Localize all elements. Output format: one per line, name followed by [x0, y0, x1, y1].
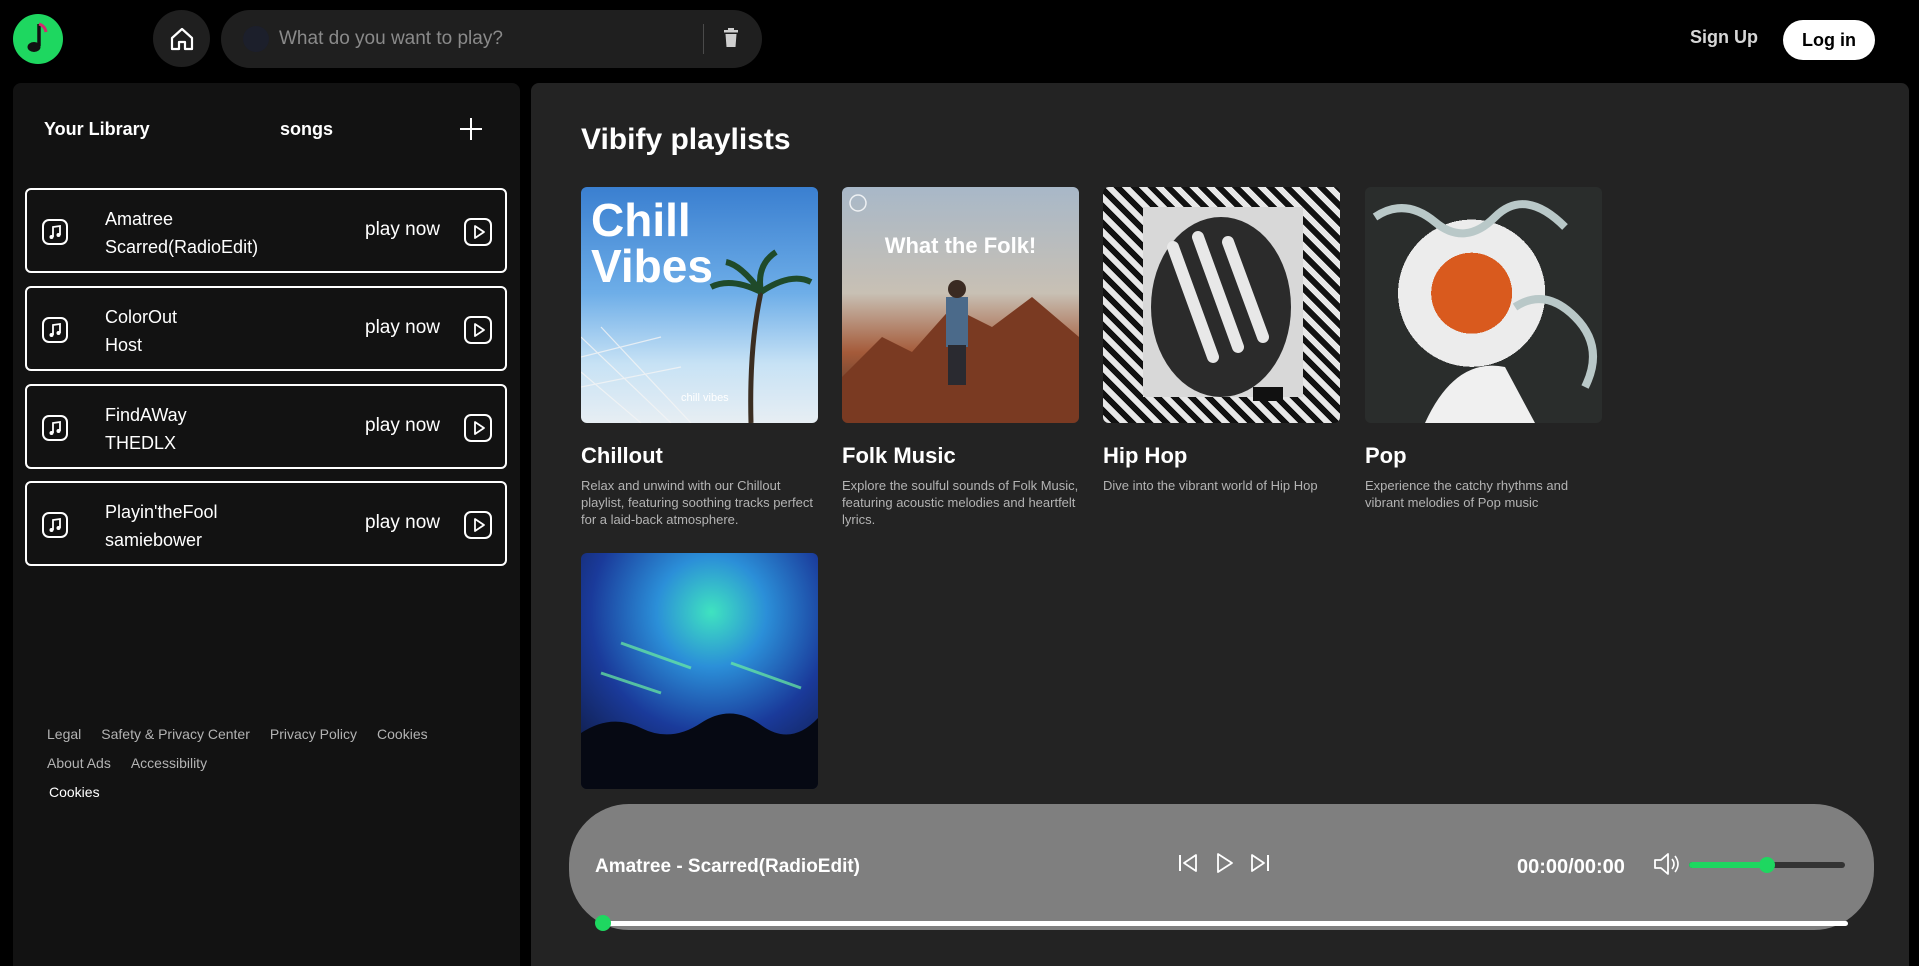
- playlist-cover: [1103, 187, 1340, 423]
- song-title: Amatree: [105, 209, 174, 229]
- song-card-findaway[interactable]: FindAWay THEDLX play now: [25, 384, 507, 469]
- library-title: Your Library: [44, 119, 150, 139]
- song-text: Amatree Scarred(RadioEdit): [105, 205, 258, 261]
- home-icon: [170, 27, 193, 50]
- song-card-amatree[interactable]: Amatree Scarred(RadioEdit) play now: [25, 188, 507, 273]
- guitarist-illustration: [842, 194, 1079, 423]
- playlist-description: Explore the soulful sounds of Folk Music…: [842, 478, 1079, 527]
- play-icon[interactable]: [464, 316, 492, 344]
- plus-icon[interactable]: [457, 115, 485, 143]
- volume-thumb[interactable]: [1759, 857, 1775, 873]
- playlist-cover: [1365, 187, 1602, 423]
- music-note-icon: [42, 219, 68, 245]
- music-note-icon: [42, 317, 68, 343]
- audio-player: Amatree - Scarred(RadioEdit) 00:00/00:00: [569, 804, 1874, 931]
- music-note-icon: [27, 22, 48, 52]
- play-now-label[interactable]: play now: [365, 317, 440, 339]
- playlist-chillout[interactable]: Chill Vibes chill vibes Chillout Relax a…: [581, 187, 818, 528]
- playlist-folk-music[interactable]: What the Folk! Folk Music Explore the so…: [842, 187, 1079, 528]
- volume-slider[interactable]: [1689, 857, 1845, 873]
- playlist-cover: [581, 553, 818, 789]
- song-text: ColorOut Host: [105, 303, 177, 359]
- footer-link-about-ads[interactable]: About Ads: [47, 755, 111, 771]
- playlist-cover: Chill Vibes chill vibes: [581, 187, 818, 423]
- progress-thumb[interactable]: [595, 915, 611, 931]
- sign-up-button[interactable]: Sign Up: [1690, 27, 1758, 48]
- play-icon[interactable]: [464, 218, 492, 246]
- song-title: Playin'theFool: [105, 502, 218, 522]
- play-now-label[interactable]: play now: [365, 219, 440, 241]
- log-in-button[interactable]: Log in: [1783, 20, 1875, 60]
- time-display: 00:00/00:00: [1517, 856, 1625, 878]
- trash-icon[interactable]: [720, 27, 742, 49]
- playlist-cover: What the Folk!: [842, 187, 1079, 423]
- footer-links: Legal Safety & Privacy Center Privacy Po…: [47, 726, 467, 784]
- playlist-concert[interactable]: [581, 553, 818, 789]
- song-text: FindAWay THEDLX: [105, 401, 187, 457]
- search-input[interactable]: [279, 28, 679, 50]
- footer-link-legal[interactable]: Legal: [47, 726, 81, 742]
- album-art-illustration: [1143, 207, 1303, 401]
- song-artist: samiebower: [105, 530, 203, 550]
- app-logo[interactable]: [13, 14, 63, 64]
- play-now-label[interactable]: play now: [365, 512, 440, 534]
- search-divider: [703, 24, 704, 54]
- player-controls: [1175, 850, 1273, 876]
- playlist-name: Chillout: [581, 443, 663, 468]
- playlist-description: Relax and unwind with our Chillout playl…: [581, 478, 813, 527]
- cookies-button[interactable]: Cookies: [49, 784, 100, 800]
- footer-link-privacy[interactable]: Privacy Policy: [270, 726, 357, 742]
- footer-link-cookies[interactable]: Cookies: [377, 726, 428, 742]
- page-title: Vibify playlists: [581, 123, 791, 156]
- song-title: ColorOut: [105, 307, 178, 327]
- playlist-name: Pop: [1365, 443, 1407, 468]
- song-artist: THEDLX: [105, 433, 177, 453]
- playlist-description: Experience the catchy rhythms and vibran…: [1365, 478, 1569, 510]
- now-playing-text: Amatree - Scarred(RadioEdit): [595, 856, 861, 877]
- songs-label: songs: [280, 119, 334, 139]
- music-note-icon: [42, 415, 68, 441]
- home-button[interactable]: [153, 10, 210, 67]
- search-bar: [221, 10, 762, 68]
- song-title: FindAWay: [105, 405, 187, 425]
- music-note-icon: [42, 512, 68, 538]
- skip-forward-icon[interactable]: [1247, 850, 1273, 876]
- album-art-illustration: [1372, 200, 1597, 423]
- playlist-pop[interactable]: Pop Experience the catchy rhythms and vi…: [1365, 187, 1602, 511]
- library-sidebar: Your Library songs Amatree Scarred(Radio…: [13, 83, 520, 966]
- play-icon[interactable]: [1211, 850, 1237, 876]
- playlist-name: Folk Music: [842, 443, 956, 468]
- playlist-description: Dive into the vibrant world of Hip Hop: [1103, 478, 1318, 493]
- progress-bar[interactable]: [595, 915, 1848, 931]
- footer-link-safety[interactable]: Safety & Privacy Center: [101, 726, 250, 742]
- song-text: Playin'theFool samiebower: [105, 498, 218, 554]
- volume-fill: [1689, 862, 1767, 868]
- playlist-name: Hip Hop: [1103, 443, 1188, 468]
- song-artist: Scarred(RadioEdit): [105, 237, 259, 257]
- play-now-label[interactable]: play now: [365, 415, 440, 437]
- song-card-playin-the-fool[interactable]: Playin'theFool samiebower play now: [25, 481, 507, 566]
- volume-icon[interactable]: [1652, 850, 1682, 878]
- footer-link-accessibility[interactable]: Accessibility: [131, 755, 207, 771]
- play-icon[interactable]: [464, 511, 492, 539]
- palm-tree-illustration: [581, 249, 813, 423]
- song-artist: Host: [105, 335, 143, 355]
- song-card-colorout[interactable]: ColorOut Host play now: [25, 286, 507, 371]
- playlist-hip-hop[interactable]: Hip Hop Dive into the vibrant world of H…: [1103, 187, 1340, 494]
- skip-back-icon[interactable]: [1175, 850, 1201, 876]
- play-icon[interactable]: [464, 414, 492, 442]
- crowd-illustration: [581, 641, 818, 789]
- search-icon: [243, 26, 269, 52]
